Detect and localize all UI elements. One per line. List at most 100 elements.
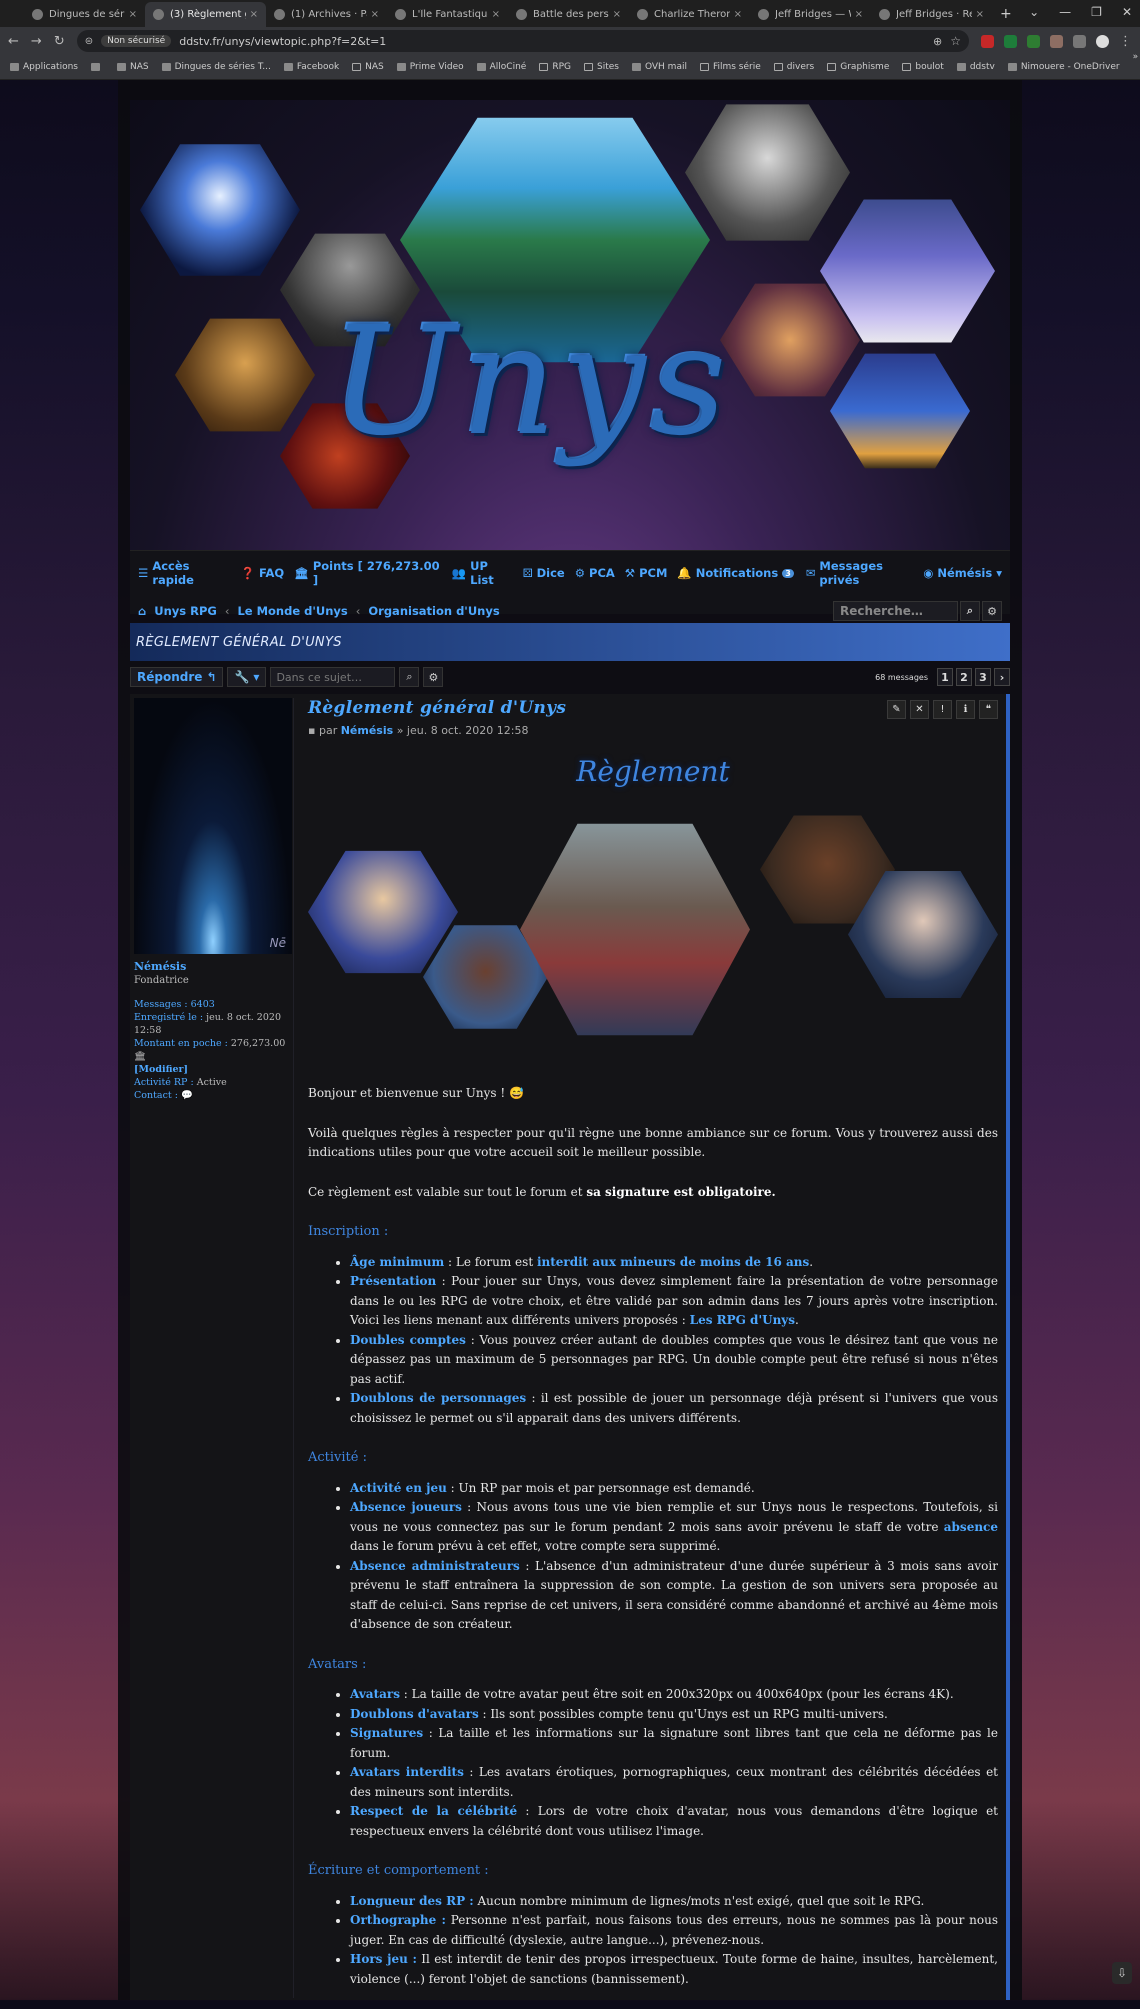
rule-keyword-link[interactable]: Avatars (350, 1687, 400, 1701)
forward-icon[interactable]: → (31, 34, 42, 49)
bookmark-item[interactable]: Prime Video (396, 62, 464, 72)
rule-keyword-link[interactable]: Absence administrateurs (350, 1559, 520, 1573)
bookmark-item[interactable]: Facebook (283, 62, 339, 72)
rule-keyword-link[interactable]: Absence joueurs (350, 1500, 462, 1514)
nav-private-messages[interactable]: ✉ Messages privés (806, 559, 912, 587)
quote-icon[interactable]: ❝ (979, 700, 998, 719)
contact-bubble-icon[interactable]: 💬 (181, 1090, 193, 1101)
extension-brown-icon[interactable] (1050, 34, 1063, 48)
nav-quick-access[interactable]: ☰ Accès rapide (138, 559, 231, 587)
nav-dice[interactable]: ⚄ Dice (523, 566, 565, 580)
bookmark-item[interactable]: Nimouere - OneDriver (1007, 62, 1120, 72)
bookmarks-overflow-button[interactable]: » (1133, 52, 1139, 82)
browser-tab[interactable]: Jeff Bridges · Recher× (871, 2, 992, 27)
author-name[interactable]: Némésis (134, 960, 293, 973)
scroll-down-button[interactable]: ⇩ (1112, 1962, 1132, 1984)
bookmark-item[interactable]: NAS (352, 62, 384, 72)
search-icon[interactable]: ⌕ (960, 601, 980, 621)
browser-tab[interactable]: Battle des personnag× (508, 2, 629, 27)
forum-title-bar[interactable]: RÈGLEMENT GÉNÉRAL D'UNYS (130, 623, 1010, 661)
bookmark-item[interactable]: Applications (10, 62, 78, 72)
close-tab-icon[interactable]: × (976, 9, 984, 20)
post-icon[interactable]: ▪ (308, 724, 315, 737)
rule-keyword-link[interactable]: Doublons de personnages (350, 1391, 526, 1405)
rule-highlight-link[interactable]: interdit aux mineurs de moins de 16 ans (537, 1255, 809, 1269)
bookmark-item[interactable]: Films série (699, 62, 761, 72)
rule-keyword-link[interactable]: Doublons d'avatars (350, 1707, 479, 1721)
nav-user-profile[interactable]: ◉ Némésis ▾ (923, 559, 1002, 587)
breadcrumb-item[interactable]: Organisation d'Unys (368, 604, 499, 618)
report-icon[interactable]: ! (933, 700, 952, 719)
reload-icon[interactable]: ↻ (54, 34, 65, 49)
restore-button[interactable]: ❐ (1091, 5, 1102, 19)
breadcrumb-item[interactable]: Le Monde d'Unys (237, 604, 347, 618)
breadcrumb-item[interactable]: Unys RPG (154, 604, 217, 618)
delete-icon[interactable]: ✕ (910, 700, 929, 719)
bookmark-item[interactable] (90, 63, 104, 71)
close-tab-icon[interactable]: × (371, 9, 379, 20)
bookmark-item[interactable]: ddstv (956, 62, 995, 72)
page-1-button[interactable]: 1 (937, 668, 953, 686)
bookmark-item[interactable]: NAS (116, 62, 149, 72)
nav-faq[interactable]: ❓ FAQ (241, 566, 285, 580)
close-tab-icon[interactable]: × (855, 9, 863, 20)
author-avatar[interactable]: Nē (134, 698, 292, 954)
nav-points[interactable]: 🏛 Points [ 276,273.00 ] (294, 559, 442, 587)
browser-tab[interactable]: (1) Archives · Page 2× (266, 2, 387, 27)
nav-up-list[interactable]: 👥 UP List (452, 559, 513, 587)
post-author-link[interactable]: Némésis (341, 724, 393, 737)
nav-pcm[interactable]: ⚒ PCM (625, 566, 668, 580)
adblock-icon[interactable] (981, 34, 994, 48)
rule-keyword-link[interactable]: Orthographe : (350, 1913, 446, 1927)
messages-value[interactable]: 6403 (191, 999, 215, 1010)
gear-icon[interactable]: ⚙ (423, 667, 444, 687)
advanced-search-gear-icon[interactable]: ⚙ (982, 601, 1002, 621)
chevron-down-icon[interactable]: ⌄ (1029, 5, 1039, 19)
profile-avatar-icon[interactable] (1096, 34, 1109, 48)
bookmark-item[interactable]: AlloCiné (476, 62, 526, 72)
forum-search-input[interactable]: Recherche… (833, 601, 958, 621)
bookmark-item[interactable]: OVH mail (631, 62, 687, 72)
puzzle-icon[interactable] (1073, 34, 1086, 48)
rule-highlight-link[interactable]: absence (944, 1520, 998, 1534)
page-2-button[interactable]: 2 (956, 668, 972, 686)
bookmark-item[interactable]: divers (773, 62, 814, 72)
bookmark-item[interactable]: Sites (584, 62, 619, 72)
security-badge[interactable]: Non sécurisé (101, 35, 172, 47)
minimize-button[interactable]: — (1059, 5, 1071, 19)
topic-tools-button[interactable]: 🔧 ▾ (227, 667, 267, 687)
bookmark-item[interactable]: RPG (539, 62, 571, 72)
zoom-icon[interactable]: ⊕ (933, 35, 942, 48)
nav-notifications[interactable]: 🔔 Notifications 3 (677, 559, 794, 587)
address-bar[interactable]: ⊜ Non sécurisé ddstv.fr/unys/viewtopic.p… (76, 30, 969, 52)
close-tab-icon[interactable]: × (734, 9, 742, 20)
bookmark-item[interactable]: Dingues de séries T... (161, 62, 271, 72)
search-icon[interactable]: ⌕ (399, 667, 420, 687)
rule-keyword-link[interactable]: Hors jeu : (350, 1952, 417, 1966)
bookmark-item[interactable]: boulot (902, 62, 944, 72)
browser-tab[interactable]: L'Île Fantastique · Dis× (387, 2, 508, 27)
star-icon[interactable]: ☆ (950, 34, 961, 48)
url-text[interactable]: ddstv.fr/unys/viewtopic.php?f=2&t=1 (179, 35, 925, 48)
rule-highlight-link[interactable]: Les RPG d'Unys (690, 1313, 795, 1327)
menu-kebab-icon[interactable]: ⋮ (1119, 34, 1132, 49)
back-icon[interactable]: ← (8, 34, 19, 49)
rule-keyword-link[interactable]: Signatures (350, 1726, 423, 1740)
browser-tab[interactable]: (3) Règlement génér× (145, 2, 266, 27)
site-info-icon[interactable]: ⊜ (85, 36, 93, 47)
home-icon[interactable]: ⌂ (138, 604, 146, 618)
rule-keyword-link[interactable]: Présentation (350, 1274, 436, 1288)
topic-search-input[interactable]: Dans ce sujet… (270, 667, 396, 687)
close-tab-icon[interactable]: × (129, 9, 137, 20)
reply-button[interactable]: Répondre ↰ (130, 667, 224, 687)
rule-keyword-link[interactable]: Doubles comptes (350, 1333, 466, 1347)
browser-tab[interactable]: Jeff Bridges — Wikip× (750, 2, 871, 27)
rule-keyword-link[interactable]: Avatars interdits (350, 1765, 464, 1779)
close-window-button[interactable]: ✕ (1122, 5, 1132, 19)
bookmark-item[interactable]: Graphisme (827, 62, 889, 72)
next-page-icon[interactable]: › (994, 668, 1010, 686)
edit-pencil-icon[interactable]: ✎ (887, 700, 906, 719)
new-tab-button[interactable]: + (992, 6, 1020, 27)
close-tab-icon[interactable]: × (250, 9, 258, 20)
browser-tab[interactable]: Dingues de séries tri× (24, 2, 145, 27)
